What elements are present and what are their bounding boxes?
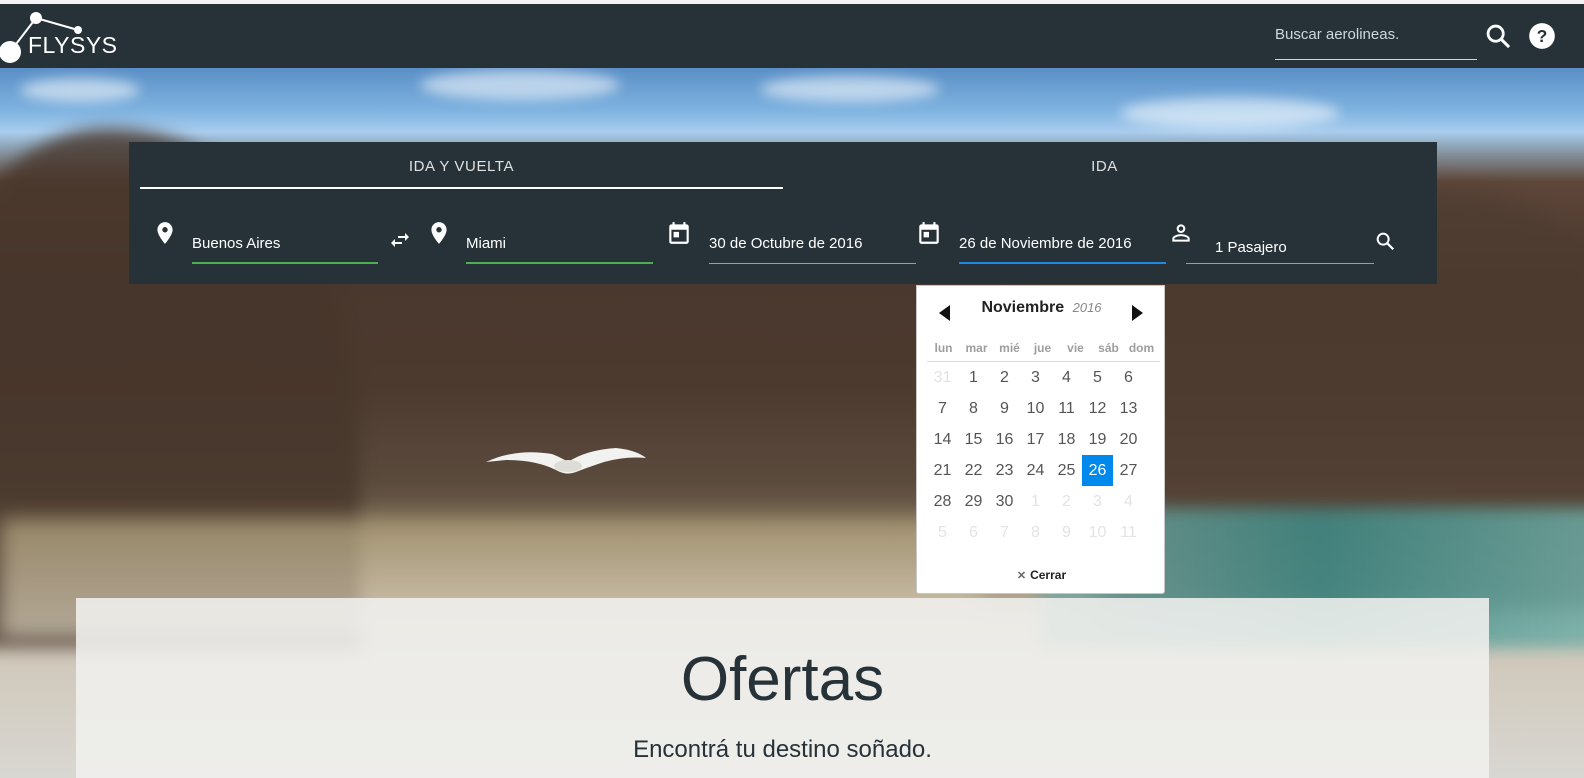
offers-section: Ofertas Encontrá tu destino soñado.: [76, 598, 1489, 778]
next-month-icon[interactable]: [1129, 304, 1145, 322]
calendar-day[interactable]: 20: [1113, 424, 1144, 455]
calendar-day[interactable]: 4: [1051, 362, 1082, 393]
flight-search-panel: IDA Y VUELTA IDA Buenos Aires Miami 30 d…: [129, 142, 1437, 284]
origin-field[interactable]: Buenos Aires: [192, 222, 378, 264]
tab-round-trip[interactable]: IDA Y VUELTA: [140, 142, 783, 188]
offers-subtitle: Encontrá tu destino soñado.: [633, 736, 932, 763]
location-icon: [431, 222, 447, 244]
calendar-day-outside: 6: [969, 524, 978, 541]
calendar-day[interactable]: 1: [958, 362, 989, 393]
swap-icon[interactable]: [388, 228, 412, 252]
weekday-label: mié: [999, 341, 1020, 355]
calendar-day[interactable]: 10: [1020, 393, 1051, 424]
calendar-days: 31 1 2 3 4 5 6 7 8 9 10 11 12 13 14 15 1…: [927, 362, 1160, 548]
calendar-day[interactable]: 17: [1020, 424, 1051, 455]
calendar-day[interactable]: 30: [989, 486, 1020, 517]
calendar-day[interactable]: 13: [1113, 393, 1144, 424]
offers-title: Ofertas: [680, 645, 885, 714]
close-datepicker-button[interactable]: ✕ Cerrar: [917, 568, 1166, 582]
calendar-day[interactable]: 11: [1051, 393, 1082, 424]
logo[interactable]: FLYSYS: [0, 8, 130, 66]
calendar-day[interactable]: 21: [927, 455, 958, 486]
close-label: Cerrar: [1030, 568, 1067, 582]
calendar-day[interactable]: 12: [1082, 393, 1113, 424]
location-icon: [157, 222, 173, 244]
calendar-day[interactable]: 3: [1020, 362, 1051, 393]
calendar-day-outside: 4: [1124, 493, 1133, 510]
calendar-day[interactable]: 8: [958, 393, 989, 424]
help-icon[interactable]: ?: [1528, 22, 1556, 50]
tab-one-way[interactable]: IDA: [783, 142, 1426, 188]
search-icon[interactable]: [1484, 22, 1512, 50]
calendar-day-outside: 2: [1062, 493, 1071, 510]
calendar-day-outside: 10: [1088, 524, 1107, 541]
calendar-day[interactable]: 25: [1051, 455, 1082, 486]
calendar-day[interactable]: 18: [1051, 424, 1082, 455]
calendar-day-selected[interactable]: 26: [1082, 455, 1113, 486]
calendar-day[interactable]: 29: [958, 486, 989, 517]
calendar-day[interactable]: 24: [1020, 455, 1051, 486]
airline-search-placeholder: Buscar aerolineas.: [1275, 26, 1400, 43]
calendar-day[interactable]: 19: [1082, 424, 1113, 455]
calendar-day[interactable]: 7: [927, 393, 958, 424]
calendar-day[interactable]: 6: [1113, 362, 1144, 393]
calendar-day-outside: 9: [1062, 524, 1071, 541]
weekday-label: mar: [965, 341, 988, 355]
svg-text:?: ?: [1537, 26, 1548, 46]
calendar-day[interactable]: 16: [989, 424, 1020, 455]
calendar-day-outside: 3: [1093, 493, 1102, 510]
departure-date-field[interactable]: 30 de Octubre de 2016: [709, 222, 916, 264]
navbar: FLYSYS Buscar aerolineas. ?: [0, 4, 1584, 68]
calendar-day[interactable]: 9: [989, 393, 1020, 424]
weekday-header: lun mar mié jue vie sáb dom: [927, 341, 1160, 362]
calendar-day-outside: 31: [933, 369, 952, 386]
calendar-day[interactable]: 28: [927, 486, 958, 517]
calendar-day-outside: 5: [938, 524, 947, 541]
calendar-day[interactable]: 23: [989, 455, 1020, 486]
active-tab-indicator: [140, 187, 783, 189]
calendar-day[interactable]: 15: [958, 424, 989, 455]
calendar-day-outside: 1: [1031, 493, 1040, 510]
search-icon[interactable]: [1374, 230, 1396, 252]
calendar-day-outside: 8: [1031, 524, 1040, 541]
datepicker-year: 2016: [1072, 300, 1102, 315]
airline-search-input[interactable]: Buscar aerolineas.: [1275, 20, 1477, 60]
calendar-day[interactable]: 14: [927, 424, 958, 455]
calendar-grid: lun mar mié jue vie sáb dom 31 1 2 3 4 5…: [927, 341, 1160, 548]
weekday-label: vie: [1067, 341, 1084, 355]
calendar-icon: [669, 222, 689, 244]
seagull-image: [486, 448, 646, 474]
calendar-day[interactable]: 27: [1113, 455, 1144, 486]
return-date-field[interactable]: 26 de Noviembre de 2016: [959, 222, 1166, 264]
weekday-label: jue: [1033, 341, 1052, 355]
calendar-day-outside: 7: [1000, 524, 1009, 541]
logo-text: FLYSYS: [28, 32, 118, 58]
weekday-label: sáb: [1098, 341, 1119, 355]
datepicker-popup: Noviembre 2016 lun mar mié jue vie sáb d…: [916, 285, 1165, 594]
datepicker-month: Noviembre: [981, 299, 1065, 316]
destination-field[interactable]: Miami: [466, 222, 653, 264]
passengers-field[interactable]: 1 Pasajero: [1186, 222, 1374, 264]
calendar-day[interactable]: 22: [958, 455, 989, 486]
calendar-day[interactable]: 2: [989, 362, 1020, 393]
calendar-day[interactable]: 5: [1082, 362, 1113, 393]
calendar-icon: [919, 222, 939, 244]
close-icon: ✕: [1016, 570, 1027, 582]
calendar-day-outside: 11: [1120, 524, 1137, 541]
weekday-label: dom: [1128, 341, 1155, 355]
weekday-label: lun: [934, 341, 953, 355]
